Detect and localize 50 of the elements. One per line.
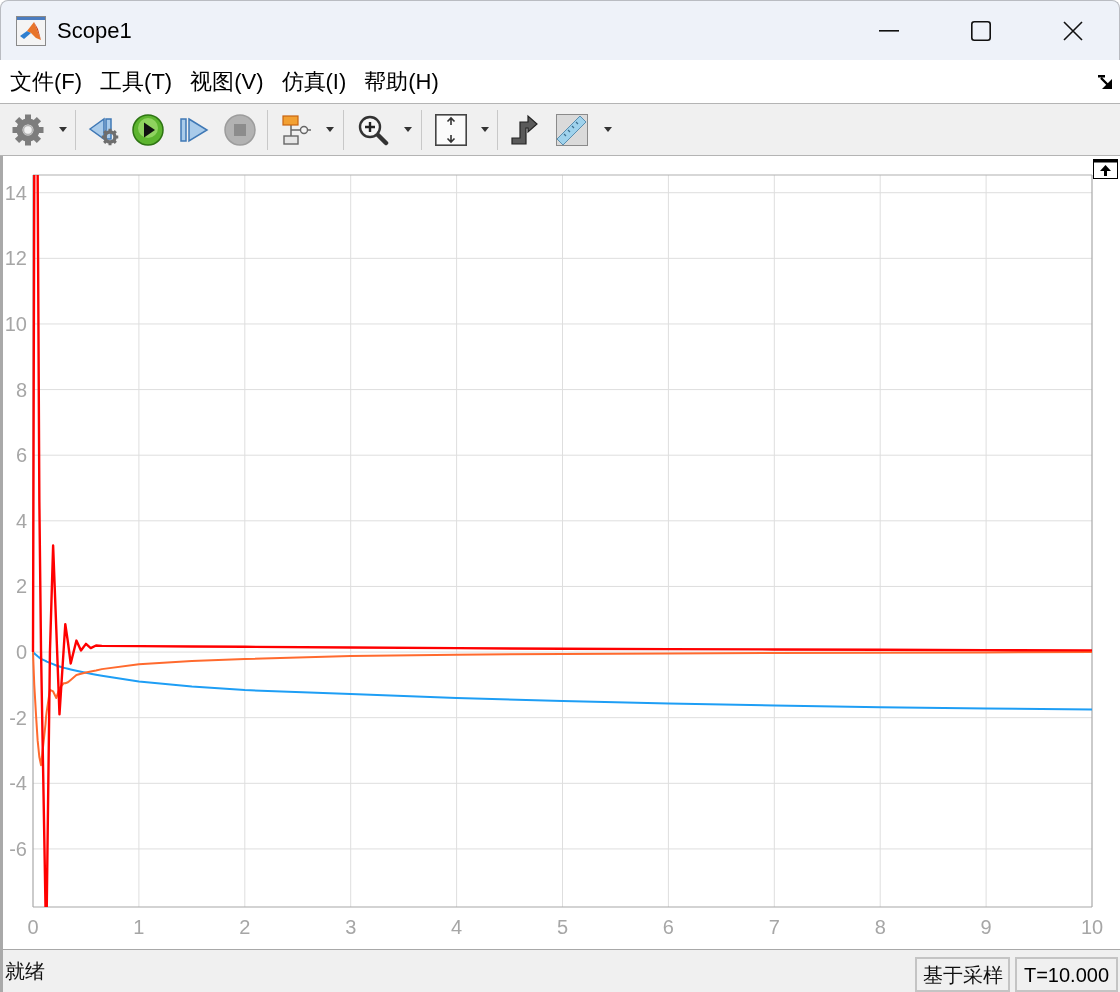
y-tick-label: 2 bbox=[15, 575, 27, 598]
x-tick-label: 4 bbox=[451, 916, 463, 938]
x-tick-label: 7 bbox=[768, 916, 780, 938]
dropdown-caret-icon[interactable] bbox=[404, 127, 412, 132]
x-tick-label: 6 bbox=[662, 916, 674, 938]
status-panel: 基于采样 bbox=[915, 957, 1010, 992]
menu-item[interactable]: 工具(T) bbox=[100, 70, 173, 93]
menu-item[interactable]: 视图(V) bbox=[190, 70, 264, 93]
play-icon[interactable] bbox=[132, 113, 164, 146]
x-tick-label: 3 bbox=[345, 916, 357, 938]
menu-item[interactable]: 文件(F) bbox=[10, 70, 83, 93]
y-tick-label: -2 bbox=[9, 706, 27, 729]
minimize-icon[interactable] bbox=[879, 29, 899, 32]
y-tick-label: 10 bbox=[4, 312, 27, 335]
up-arrow-box-icon[interactable] bbox=[1093, 159, 1118, 179]
step-shape-icon[interactable] bbox=[508, 113, 540, 146]
settings-icon[interactable] bbox=[12, 113, 44, 146]
y-tick-label: -6 bbox=[9, 837, 27, 860]
corner-arrow-icon[interactable] bbox=[1098, 74, 1113, 89]
status-text: 就绪 bbox=[5, 961, 45, 981]
block-diagram-icon[interactable] bbox=[280, 113, 312, 146]
menu-item[interactable]: 帮助(H) bbox=[364, 70, 439, 93]
zoom-in-icon[interactable] bbox=[357, 113, 389, 146]
x-tick-label: 9 bbox=[980, 916, 992, 938]
y-tick-label: 4 bbox=[15, 509, 27, 532]
dropdown-caret-icon[interactable] bbox=[604, 127, 612, 132]
x-tick-label: 8 bbox=[874, 916, 886, 938]
y-tick-label: 14 bbox=[4, 181, 27, 204]
y-tick-label: 6 bbox=[15, 444, 27, 467]
window-title: Scope1 bbox=[57, 19, 132, 42]
x-tick-label: 10 bbox=[1080, 916, 1104, 938]
close-icon[interactable] bbox=[1063, 20, 1083, 41]
y-tick-label: 0 bbox=[15, 641, 27, 664]
dropdown-caret-icon[interactable] bbox=[326, 127, 334, 132]
maximize-icon[interactable] bbox=[971, 20, 991, 41]
y-tick-label: 12 bbox=[4, 247, 27, 270]
status-panel: T=10.000 bbox=[1015, 957, 1118, 992]
up-down-arrows-icon[interactable] bbox=[435, 113, 467, 146]
dropdown-caret-icon[interactable] bbox=[59, 127, 67, 132]
x-tick-label: 0 bbox=[27, 916, 39, 938]
x-tick-label: 5 bbox=[556, 916, 569, 938]
app-logo-icon bbox=[16, 15, 46, 46]
x-tick-label: 1 bbox=[133, 916, 145, 938]
x-tick-label: 2 bbox=[239, 916, 251, 938]
dropdown-caret-icon[interactable] bbox=[481, 127, 489, 132]
y-tick-label: 8 bbox=[15, 378, 27, 401]
y-tick-label: -4 bbox=[9, 772, 27, 795]
ruler-icon[interactable] bbox=[556, 113, 588, 146]
stop-icon[interactable] bbox=[224, 113, 256, 146]
menu-item[interactable]: 仿真(I) bbox=[281, 70, 347, 93]
